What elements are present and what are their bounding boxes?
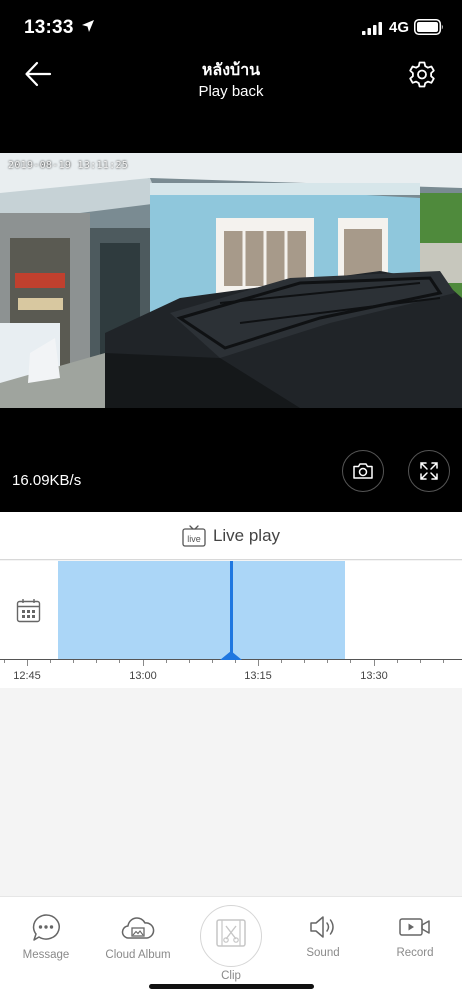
record-tab-label: Record xyxy=(396,947,434,959)
camera-feed-image xyxy=(0,153,462,408)
timeline-tick xyxy=(142,660,144,666)
timeline-tick xyxy=(50,660,52,663)
live-icon-text: live xyxy=(187,534,201,544)
video-frame[interactable]: 2019-08-19 13:11:25 xyxy=(0,153,462,408)
timeline-tick xyxy=(350,660,352,663)
battery-icon xyxy=(414,19,443,35)
timeline-tick xyxy=(419,660,421,663)
timeline-tick xyxy=(373,660,375,666)
clip-tab[interactable]: Clip xyxy=(185,905,277,982)
sound-tab[interactable]: Sound xyxy=(277,913,369,959)
message-bubble-icon xyxy=(32,914,60,941)
timeline-tick xyxy=(73,660,75,663)
video-timestamp: 2019-08-19 13:11:25 xyxy=(8,160,129,171)
status-time: 13:33 xyxy=(24,17,74,38)
record-tab[interactable]: Record xyxy=(369,913,461,959)
timeline-tick xyxy=(304,660,306,663)
camera-icon xyxy=(353,463,373,479)
live-play-label: Live play xyxy=(212,525,281,545)
film-scissors-icon xyxy=(216,919,246,947)
timeline-tick xyxy=(165,660,167,663)
clip-button[interactable] xyxy=(200,905,262,967)
live-tv-icon: live xyxy=(182,524,206,547)
cloud-album-tab-label: Cloud Album xyxy=(105,949,171,961)
video-record-icon xyxy=(399,918,430,936)
timeline-tick xyxy=(442,660,444,663)
expand-icon xyxy=(420,462,438,480)
timeline-tick xyxy=(396,660,398,663)
message-tab-label: Message xyxy=(22,949,70,961)
tick-label: 13:15 xyxy=(244,670,272,682)
home-indicator[interactable] xyxy=(149,984,314,989)
snapshot-button[interactable] xyxy=(342,450,384,492)
page-subtitle: Play back xyxy=(198,83,264,100)
live-play-button[interactable]: live Live play xyxy=(0,512,462,560)
tick-label: 12:45 xyxy=(13,670,41,682)
timeline-tick xyxy=(27,660,28,666)
settings-gear-icon[interactable] xyxy=(408,60,436,88)
navigation-bar: หลังบ้าน Play back xyxy=(0,56,462,108)
timeline-tick xyxy=(188,660,190,663)
sound-tab-label: Sound xyxy=(306,947,340,959)
timeline-tick xyxy=(281,660,283,663)
timeline-tick xyxy=(258,660,259,666)
playhead-marker[interactable] xyxy=(220,651,242,660)
message-tab[interactable]: Message xyxy=(0,913,92,961)
tick-label: 13:00 xyxy=(129,670,157,682)
cloud-album-tab[interactable]: Cloud Album xyxy=(92,913,184,961)
recorded-segment[interactable] xyxy=(58,561,345,660)
timeline-tick xyxy=(211,660,213,663)
speaker-icon xyxy=(310,916,334,938)
timeline-tick xyxy=(119,660,121,663)
cloud-album-icon xyxy=(121,917,155,939)
location-arrow-icon xyxy=(82,20,94,32)
clip-tab-label: Clip xyxy=(221,970,241,982)
status-bar: 13:33 4G xyxy=(0,0,462,56)
fullscreen-button[interactable] xyxy=(408,450,450,492)
tick-label: 13:30 xyxy=(360,670,388,682)
player-area: 13:33 4G หลังบ้าน Play back 2019-08-19 1… xyxy=(0,0,462,512)
network-type: 4G xyxy=(389,19,410,36)
calendar-icon[interactable] xyxy=(16,598,41,623)
timeline-tick xyxy=(327,660,329,663)
playhead-cursor[interactable] xyxy=(230,561,233,660)
timeline-tick xyxy=(96,660,98,663)
timeline-tick xyxy=(3,660,5,663)
camera-name-title: หลังบ้าน xyxy=(201,62,261,79)
playback-timeline[interactable]: 12:45 13:00 13:15 13:30 xyxy=(0,561,462,688)
cellular-signal-icon xyxy=(362,22,382,35)
stream-speed: 16.09KB/s xyxy=(12,472,82,489)
timeline-tick xyxy=(234,660,236,663)
